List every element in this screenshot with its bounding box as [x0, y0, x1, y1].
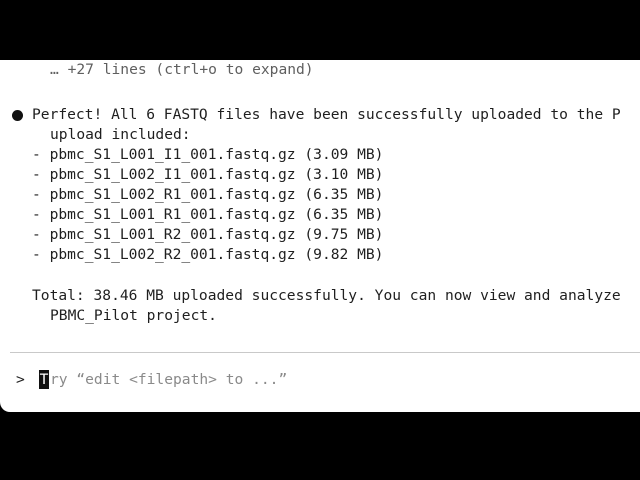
file-list-item: - pbmc_S1_L001_I1_001.fastq.gz (3.09 MB) [32, 146, 384, 163]
message-bullet-icon [12, 110, 23, 121]
terminal-window: … +27 lines (ctrl+o to expand) Perfect! … [0, 60, 640, 412]
file-list-item: - pbmc_S1_L002_I1_001.fastq.gz (3.10 MB) [32, 166, 384, 183]
input-divider [10, 352, 640, 353]
file-list-item: - pbmc_S1_L002_R1_001.fastq.gz (6.35 MB) [32, 186, 384, 203]
file-list-item: - pbmc_S1_L001_R2_001.fastq.gz (9.75 MB) [32, 226, 384, 243]
file-list-item: - pbmc_S1_L002_R2_001.fastq.gz (9.82 MB) [32, 246, 384, 263]
total-summary-line-2: PBMC_Pilot project. [50, 307, 217, 324]
file-list-item: - pbmc_S1_L001_R1_001.fastq.gz (6.35 MB) [32, 206, 384, 223]
total-summary-line-1: Total: 38.46 MB uploaded successfully. Y… [32, 287, 621, 304]
screen-frame: … +27 lines (ctrl+o to expand) Perfect! … [0, 0, 640, 480]
prompt-input-placeholder[interactable]: ry “edit <filepath> to ...” [50, 369, 287, 391]
assistant-message-line-2: upload included: [50, 126, 191, 143]
assistant-message-line-1: Perfect! All 6 FASTQ files have been suc… [32, 106, 621, 123]
text-cursor[interactable]: T [39, 370, 49, 389]
collapsed-output-hint[interactable]: … +27 lines (ctrl+o to expand) [50, 60, 314, 80]
prompt-symbol: > [16, 371, 25, 388]
